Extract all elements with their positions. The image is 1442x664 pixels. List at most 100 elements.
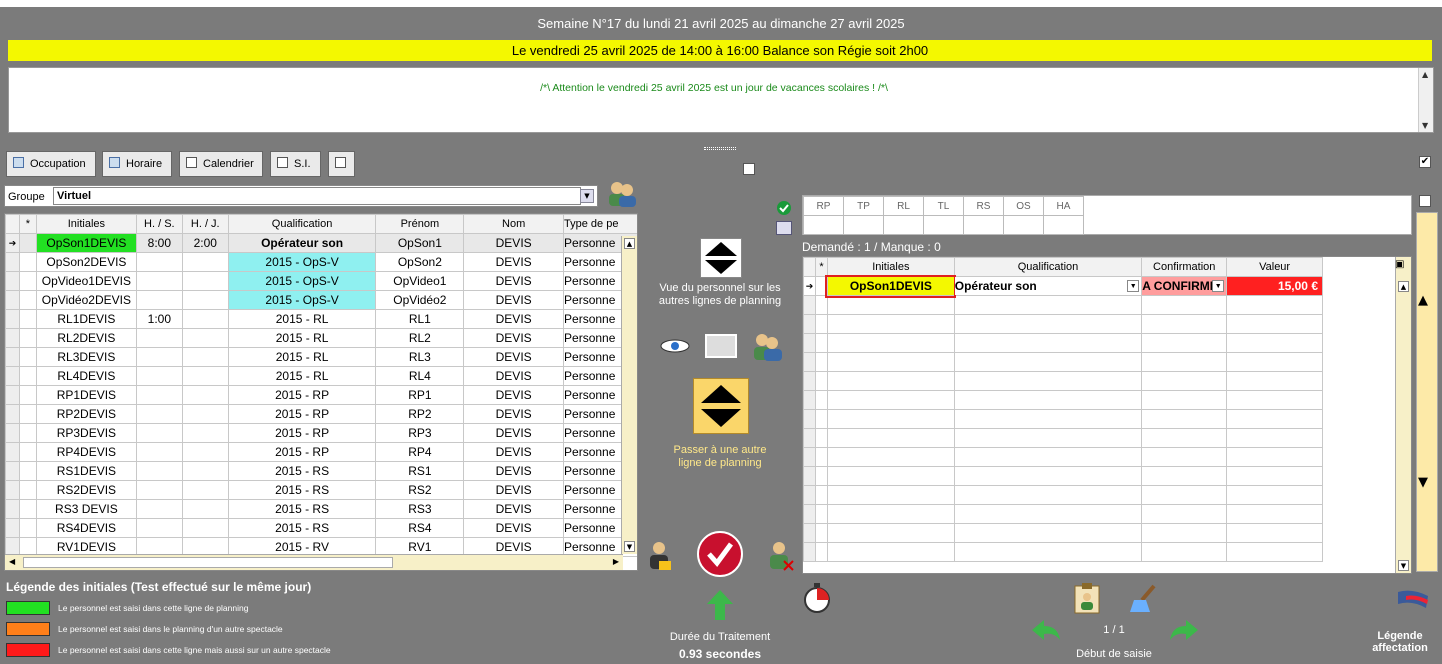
clipboard-icon[interactable]: ▣	[1395, 259, 1404, 270]
col-hj[interactable]: H. / J.	[181, 214, 229, 234]
cell-prenom[interactable]: RS1	[375, 461, 465, 481]
row-star[interactable]	[18, 328, 37, 348]
vue-arrows-button[interactable]	[700, 238, 742, 278]
row-marker[interactable]	[5, 252, 20, 272]
cell-initiales[interactable]: OpVidéo2DEVIS	[35, 290, 137, 310]
empty-row[interactable]	[803, 466, 1323, 486]
note-box[interactable]: /*\ Attention le vendredi 25 avril 2025 …	[8, 67, 1434, 133]
passer-arrows-button[interactable]	[693, 378, 749, 434]
col-initiales[interactable]: Initiales	[35, 214, 137, 234]
cell-prenom[interactable]: RS2	[375, 480, 465, 500]
row-qualification[interactable]: Opérateur son ▼	[953, 276, 1143, 296]
stopwatch-icon[interactable]	[801, 582, 833, 614]
row-star[interactable]	[18, 499, 37, 519]
empty-row[interactable]	[803, 314, 1323, 334]
cell-hj[interactable]	[181, 423, 229, 443]
cell-prenom[interactable]: RP2	[375, 404, 465, 424]
cell-initiales[interactable]: RL1DEVIS	[35, 309, 137, 329]
col-prenom[interactable]: Prénom	[375, 214, 465, 234]
scroll-up-arrow[interactable]: ▲	[1418, 293, 1428, 308]
empty-row[interactable]	[803, 409, 1323, 429]
table-row[interactable]: RP4DEVIS 2015 - RP RP4 DEVIS Personne	[5, 442, 637, 462]
rp-cell[interactable]	[803, 215, 844, 235]
row-star[interactable]	[18, 461, 37, 481]
person-add-icon[interactable]	[647, 539, 673, 571]
cell-prenom[interactable]: RS4	[375, 518, 465, 538]
cell-nom[interactable]: DEVIS	[463, 328, 565, 348]
row-marker[interactable]	[5, 499, 20, 519]
row-marker[interactable]	[5, 309, 20, 329]
cell-hj[interactable]	[181, 442, 229, 462]
cell-nom[interactable]: DEVIS	[463, 480, 565, 500]
rcol-qualification[interactable]: Qualification	[953, 257, 1143, 277]
cell-hs[interactable]	[135, 328, 183, 348]
cell-prenom[interactable]: RL1	[375, 309, 465, 329]
clipboard-person-icon[interactable]	[1072, 582, 1102, 614]
cell-prenom[interactable]: RP4	[375, 442, 465, 462]
cell-hj[interactable]: 2:00	[181, 233, 229, 253]
si-checkbox[interactable]	[277, 157, 288, 168]
cell-hj[interactable]	[181, 252, 229, 272]
cell-prenom[interactable]: RL2	[375, 328, 465, 348]
affectation-row[interactable]: ➔ OpSon1DEVIS Opérateur son ▼ A CONFIRME ▼…	[803, 274, 1323, 298]
calendrier-checkbox[interactable]	[186, 157, 197, 168]
table-row[interactable]: RL4DEVIS 2015 - RL RL4 DEVIS Personne	[5, 366, 637, 386]
cell-hs[interactable]	[135, 252, 183, 272]
cell-prenom[interactable]: RP3	[375, 423, 465, 443]
row-star[interactable]	[18, 518, 37, 538]
cell-hs[interactable]	[135, 271, 183, 291]
cell-qualification[interactable]: 2015 - RS	[227, 499, 377, 519]
extra-toggle-button[interactable]	[328, 151, 355, 177]
people-group-icon[interactable]	[606, 179, 638, 207]
note-scrollbar[interactable]: ▲ ▼	[1418, 68, 1433, 132]
cell-hj[interactable]	[181, 271, 229, 291]
si-button[interactable]: S.I.	[270, 151, 321, 177]
cell-prenom[interactable]: RL3	[375, 347, 465, 367]
validate-check-icon[interactable]	[696, 530, 744, 578]
row-marker[interactable]	[5, 290, 20, 310]
cell-hj[interactable]	[181, 461, 229, 481]
cell-nom[interactable]: DEVIS	[463, 385, 565, 405]
grid-horizontal-scrollbar[interactable]: ◀ ▶	[5, 554, 623, 570]
col-nom[interactable]: Nom	[463, 214, 565, 234]
cell-prenom[interactable]: OpVideo1	[375, 271, 465, 291]
occupation-button[interactable]: Occupation	[6, 151, 96, 177]
cell-qualification[interactable]: 2015 - OpS-V	[227, 290, 377, 310]
arrow-up-icon[interactable]	[705, 588, 735, 622]
table-row[interactable]: RL2DEVIS 2015 - RL RL2 DEVIS Personne	[5, 328, 637, 348]
cell-prenom[interactable]: RL4	[375, 366, 465, 386]
row-star[interactable]	[18, 309, 37, 329]
cell-initiales[interactable]: RL2DEVIS	[35, 328, 137, 348]
row-marker[interactable]	[5, 366, 20, 386]
table-row[interactable]: OpVidéo2DEVIS 2015 - OpS-V OpVidéo2 DEVIS Pe…	[5, 290, 637, 310]
col-qualification[interactable]: Qualification	[227, 214, 377, 234]
row-star[interactable]	[18, 366, 37, 386]
row-star[interactable]	[18, 347, 37, 367]
cell-initiales[interactable]: RS4DEVIS	[35, 518, 137, 538]
cell-hs[interactable]	[135, 366, 183, 386]
row-marker[interactable]	[5, 480, 20, 500]
rp-cell[interactable]	[843, 215, 884, 235]
person-remove-icon[interactable]	[767, 539, 795, 571]
chevron-down-icon[interactable]: ▼	[1212, 280, 1225, 292]
grid-vertical-scrollbar[interactable]: ▲ ▼	[621, 236, 637, 554]
cell-nom[interactable]: DEVIS	[463, 252, 565, 272]
cell-hj[interactable]	[181, 366, 229, 386]
col-type[interactable]: Type de pe	[563, 214, 637, 234]
cell-nom[interactable]: DEVIS	[463, 366, 565, 386]
groupe-value[interactable]: Virtuel	[53, 187, 581, 205]
cell-qualification[interactable]: 2015 - RS	[227, 461, 377, 481]
row-marker[interactable]	[5, 404, 20, 424]
cell-qualification[interactable]: 2015 - OpS-V	[227, 252, 377, 272]
affectation-scrollbar[interactable]: ▲ ▼	[1395, 257, 1411, 573]
cell-qualification[interactable]: 2015 - RL	[227, 309, 377, 329]
cell-initiales[interactable]: OpVideo1DEVIS	[35, 271, 137, 291]
cell-nom[interactable]: DEVIS	[463, 347, 565, 367]
cell-prenom[interactable]: RP1	[375, 385, 465, 405]
cell-hs[interactable]	[135, 290, 183, 310]
empty-row[interactable]	[803, 428, 1323, 448]
row-star[interactable]	[18, 290, 37, 310]
table-row[interactable]: RL1DEVIS 1:00 2015 - RL RL1 DEVIS Personne	[5, 309, 637, 329]
cell-prenom[interactable]: OpVidéo2	[375, 290, 465, 310]
cell-qualification[interactable]: 2015 - RP	[227, 423, 377, 443]
